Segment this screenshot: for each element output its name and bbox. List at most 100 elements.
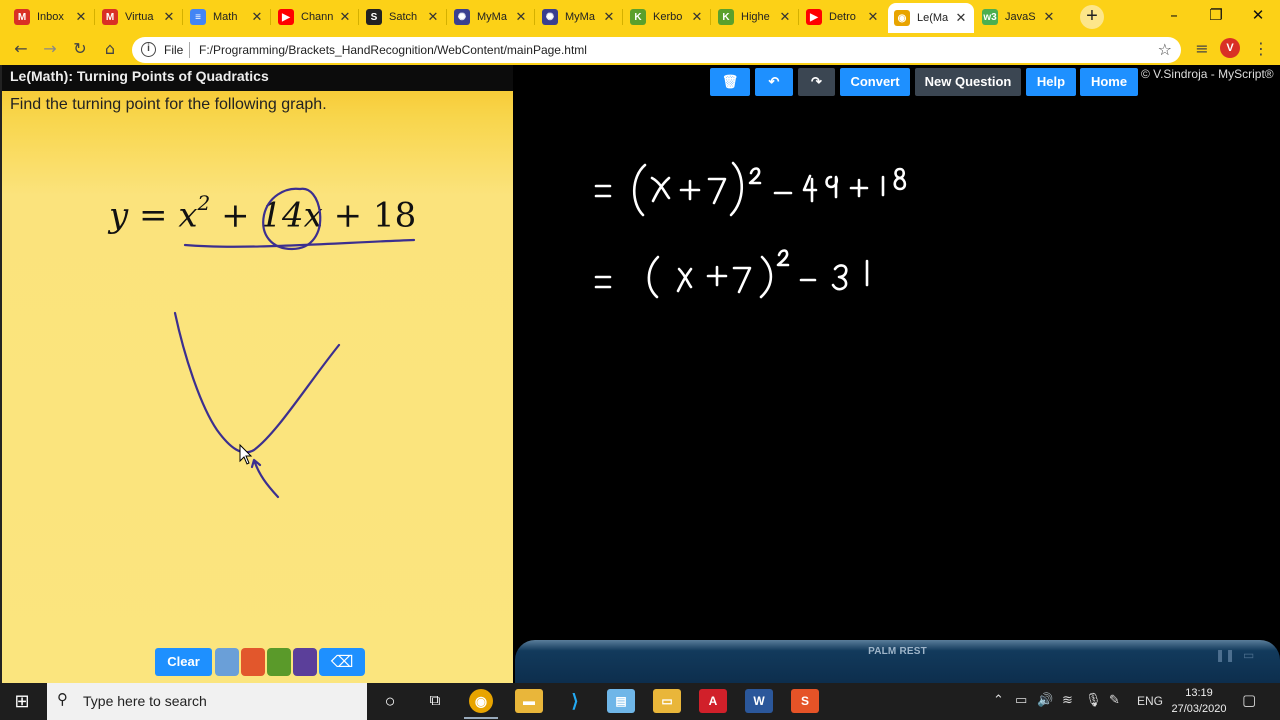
language-indicator[interactable]: ENG bbox=[1137, 694, 1163, 708]
browser-tab[interactable]: K Highe ✕ bbox=[712, 2, 798, 32]
close-tab-icon[interactable]: ✕ bbox=[74, 9, 88, 25]
close-tab-icon[interactable]: ✕ bbox=[338, 9, 352, 25]
browser-tab[interactable]: ◉ Le(Ma ✕ bbox=[888, 3, 974, 33]
docs-icon: ≡ bbox=[190, 9, 206, 25]
handwriting-canvas[interactable] bbox=[513, 65, 1280, 640]
chrome-icon: ◉ bbox=[894, 10, 910, 26]
youtube-icon: ▶ bbox=[806, 9, 822, 25]
tab-separator bbox=[534, 9, 535, 25]
slides-icon[interactable]: S bbox=[791, 689, 819, 713]
profile-avatar[interactable]: V bbox=[1220, 38, 1240, 58]
close-tab-icon[interactable]: ✕ bbox=[866, 9, 880, 25]
browser-tab[interactable]: ▶ Detro ✕ bbox=[800, 2, 886, 32]
active-app-indicator bbox=[464, 717, 498, 719]
close-window-button[interactable]: ✕ bbox=[1238, 3, 1278, 29]
tab-separator bbox=[270, 9, 271, 25]
task-view-icon[interactable]: ⧉ bbox=[421, 689, 449, 713]
battery-icon[interactable]: ▭ bbox=[1015, 693, 1027, 708]
annotation-ink-layer[interactable] bbox=[2, 65, 515, 683]
taskbar-search[interactable]: ⚲ Type here to search bbox=[47, 683, 367, 720]
vscode-icon[interactable]: ⟩ bbox=[561, 689, 589, 713]
pen-color-green[interactable] bbox=[267, 648, 291, 676]
browser-tab[interactable]: ✺ MyMa ✕ bbox=[536, 2, 622, 32]
browser-toolbar: ← → ↻ ⌂ i File F:/Programming/Brackets_H… bbox=[0, 34, 1280, 65]
back-icon[interactable]: ← bbox=[9, 38, 33, 62]
gmail-icon: M bbox=[102, 9, 118, 25]
tab-title: Inbox bbox=[37, 11, 64, 23]
acrobat-icon[interactable]: A bbox=[699, 689, 727, 713]
media-control-icon[interactable]: ≡ bbox=[1190, 38, 1214, 62]
close-tab-icon[interactable]: ✕ bbox=[250, 9, 264, 25]
pen-color-purple[interactable] bbox=[293, 648, 317, 676]
close-tab-icon[interactable]: ✕ bbox=[690, 9, 704, 25]
close-tab-icon[interactable]: ✕ bbox=[602, 9, 616, 25]
browser-tab[interactable]: ✺ MyMa ✕ bbox=[448, 2, 534, 32]
handwritten-line-2 bbox=[594, 249, 869, 299]
notifications-icon[interactable]: ▢ bbox=[1242, 691, 1256, 709]
tab-title: MyMa bbox=[477, 11, 507, 23]
pen-icon[interactable]: ✎ bbox=[1109, 693, 1120, 708]
microphone-icon[interactable]: 🎙 bbox=[1085, 693, 1102, 708]
close-tab-icon[interactable]: ✕ bbox=[778, 9, 792, 25]
ink-circle bbox=[262, 187, 322, 251]
tab-separator bbox=[446, 9, 447, 25]
close-tab-icon[interactable]: ✕ bbox=[1042, 9, 1056, 25]
close-tab-icon[interactable]: ✕ bbox=[162, 9, 176, 25]
palm-rest-bar: PALM REST ❚❚ ▭ bbox=[515, 640, 1280, 683]
new-tab-button[interactable]: + bbox=[1080, 5, 1104, 29]
windows-start-icon[interactable]: ⊞ bbox=[8, 691, 36, 713]
tab-title: Chann bbox=[301, 11, 334, 23]
restore-button[interactable]: ❐ bbox=[1196, 3, 1236, 29]
tab-title: MyMa bbox=[565, 11, 595, 23]
browser-tab[interactable]: ≡ Math ✕ bbox=[184, 2, 270, 32]
browser-tab[interactable]: S Satch ✕ bbox=[360, 2, 446, 32]
pen-color-blue[interactable] bbox=[215, 648, 239, 676]
volume-icon[interactable]: 🔊 bbox=[1037, 693, 1053, 708]
home-icon[interactable]: ⌂ bbox=[98, 38, 122, 62]
tab-strip: + – ❐ ✕ M Inbox ✕ M Virtua ✕ ≡ Math ✕ ▶ Chann ✕ S Sat… bbox=[0, 0, 1280, 34]
browser-tab[interactable]: K Kerbo ✕ bbox=[624, 2, 710, 32]
satchel-icon: S bbox=[366, 9, 382, 25]
browser-tab[interactable]: ▶ Chann ✕ bbox=[272, 2, 358, 32]
folder-icon[interactable]: ▭ bbox=[653, 689, 681, 713]
gmail-icon: M bbox=[14, 9, 30, 25]
notepad-icon[interactable]: ▤ bbox=[607, 689, 635, 713]
minimize-button[interactable]: – bbox=[1154, 3, 1194, 29]
tray-overflow-icon[interactable]: ⌃ bbox=[993, 693, 1004, 708]
chrome-icon[interactable]: ◉ bbox=[469, 689, 493, 713]
search-placeholder: Type here to search bbox=[83, 693, 207, 709]
w3schools-icon: w3 bbox=[982, 9, 998, 25]
browser-tab[interactable]: w3 JavaS ✕ bbox=[976, 2, 1062, 32]
wifi-icon[interactable]: ≋ bbox=[1062, 693, 1073, 708]
youtube-icon: ▶ bbox=[278, 9, 294, 25]
menu-kebab-icon[interactable]: ⋮ bbox=[1249, 38, 1273, 62]
browser-tab[interactable]: M Virtua ✕ bbox=[96, 2, 182, 32]
ink-arrow bbox=[250, 458, 280, 499]
system-clock[interactable]: 13:19 27/03/2020 bbox=[1166, 685, 1232, 717]
pen-color-orange[interactable] bbox=[241, 648, 265, 676]
clock-date: 27/03/2020 bbox=[1171, 703, 1227, 715]
pause-icon[interactable]: ❚❚ bbox=[1215, 648, 1235, 662]
bookmark-star-icon[interactable]: ☆ bbox=[1158, 40, 1172, 59]
site-info-icon[interactable]: i bbox=[141, 42, 156, 57]
tab-title: Satch bbox=[389, 11, 418, 23]
browser-tab[interactable]: M Inbox ✕ bbox=[8, 2, 94, 32]
url-divider bbox=[189, 42, 190, 58]
kerboodle-icon: K bbox=[630, 9, 646, 25]
forward-icon[interactable]: → bbox=[38, 38, 62, 62]
keyboard-icon[interactable]: ▭ bbox=[1243, 648, 1254, 662]
eraser-icon[interactable]: ⌫ bbox=[319, 648, 365, 676]
clear-button[interactable]: Clear bbox=[155, 648, 212, 676]
ink-parabola bbox=[173, 311, 341, 454]
word-icon[interactable]: W bbox=[745, 689, 773, 713]
close-tab-icon[interactable]: ✕ bbox=[514, 9, 528, 25]
file-explorer-icon[interactable]: ▬ bbox=[515, 689, 543, 713]
close-tab-icon[interactable]: ✕ bbox=[426, 9, 440, 25]
cortana-icon[interactable]: ○ bbox=[376, 689, 404, 713]
tab-title: Highe bbox=[741, 11, 770, 23]
close-tab-icon[interactable]: ✕ bbox=[954, 10, 968, 26]
url-text[interactable]: F:/Programming/Brackets_HandRecognition/… bbox=[199, 43, 587, 57]
reload-icon[interactable]: ↻ bbox=[68, 38, 92, 62]
address-bar[interactable]: i File F:/Programming/Brackets_HandRecog… bbox=[132, 37, 1181, 63]
mouse-cursor-icon bbox=[239, 443, 253, 465]
